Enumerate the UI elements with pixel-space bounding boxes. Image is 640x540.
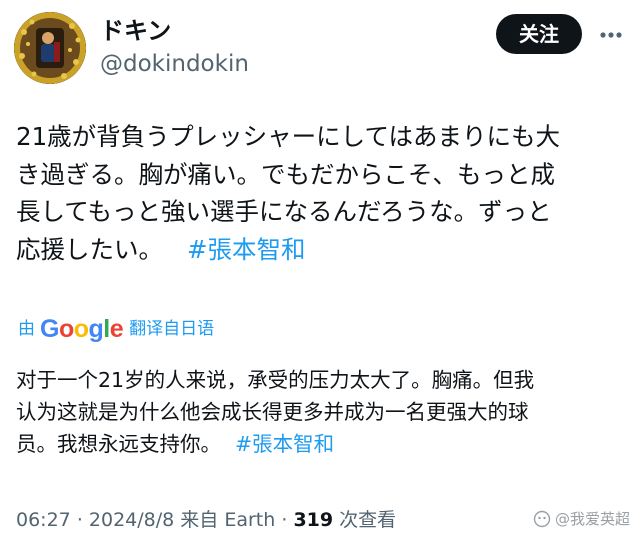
meta-separator: · [76,509,83,531]
author-display-name[interactable]: ドキン [100,16,171,46]
tweet-source: 来自 Earth [180,509,276,531]
tweet-text: 21歳が背負うプレッシャーにしてはあまりにも大 き過ぎる。胸が痛い。でもだからこ… [16,118,634,268]
translated-line: 对于一个21岁的人来说，承受的压力太大了。胸痛。但我 [16,368,535,392]
translation-attribution[interactable]: 由 Google 翻译自日语 [18,314,214,344]
profile-photo-icon [14,12,86,84]
tweet-line: き過ぎる。胸が痛い。でもだからこそ、もっと成 [16,159,555,189]
translation-suffix: 翻译自日语 [129,319,215,339]
tweet-line-last: 応援したい。 #張本智和 [16,231,634,269]
meta-separator: · [281,509,288,531]
translation-prefix: 由 [18,319,35,339]
tweet-date[interactable]: 2024/8/8 [89,509,174,531]
watermark-text: @我爱英超 [554,510,630,528]
translated-hashtag-link[interactable]: #張本智和 [235,432,334,456]
avatar[interactable] [14,12,86,84]
watermark-logo-icon [533,510,551,528]
translated-text: 对于一个21岁的人来说，承受的压力太大了。胸痛。但我 认为这就是为什么他会成长得… [16,364,634,460]
ellipsis-icon[interactable] [594,20,628,50]
author-handle[interactable]: @dokindokin [100,50,249,78]
views-label: 次查看 [339,509,397,531]
translated-line: 认为这就是为什么他会成长得更多并成为一名更强大的球 [16,400,529,424]
tweet-line-text: 応援したい。 [16,234,163,264]
hashtag-link[interactable]: #張本智和 [187,235,306,264]
views-count: 319 [293,509,334,531]
watermark: @我爱英超 [533,508,630,530]
google-logo: Google [40,315,124,343]
tweet-time[interactable]: 06:27 [16,509,71,531]
translated-line-text: 员。我想永远支持你。 [16,432,221,456]
tweet-line: 長してもっと強い選手になるんだろうな。ずっと [16,197,552,226]
translated-line-last: 员。我想永远支持你。 #張本智和 [16,428,634,460]
follow-button[interactable]: 关注 [496,14,582,54]
tweet-line: 21歳が背負うプレッシャーにしてはあまりにも大 [16,122,560,151]
tweet-meta: 06:27 · 2024/8/8 来自 Earth · 319 次查看 [16,506,396,534]
